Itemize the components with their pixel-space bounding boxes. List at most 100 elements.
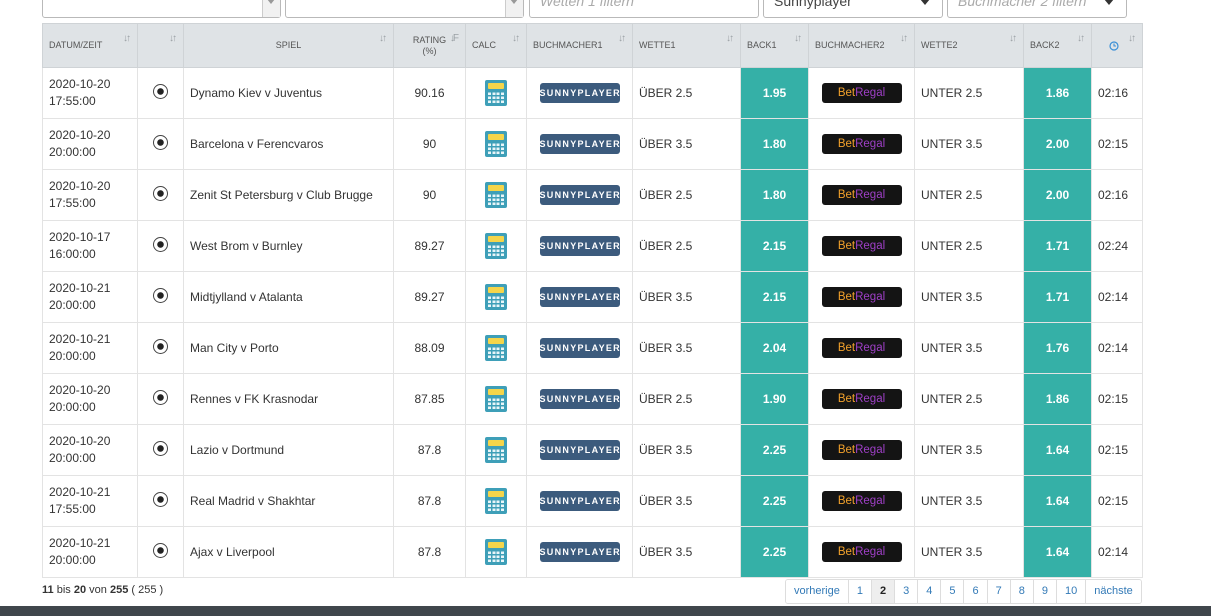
wetten-filter-input[interactable]: Wetten 1 filtern [529,0,759,18]
calculator-icon[interactable] [485,386,507,412]
betregal-logo[interactable]: BetRegal [821,542,902,562]
sunnyplayer-logo[interactable]: SUNNYPLAYER [539,440,620,460]
table-row[interactable]: 2020-10-20 20:00:00 Lazio v Dortmund 87.8 SU… [42,424,1143,476]
filter-select-1-toggle[interactable] [262,0,280,17]
filter-select-2[interactable] [285,0,524,18]
prev-page-button[interactable]: vorherige [786,580,848,603]
calculator-icon[interactable] [485,284,507,310]
table-row[interactable]: 2020-10-20 17:55:00 Dynamo Kiev v Juventus… [42,67,1143,119]
betregal-logo[interactable]: BetRegal [821,236,902,256]
bookmaker2-filter-select[interactable]: Buchmacher 2 filtern [947,0,1127,18]
sunnyplayer-logo[interactable]: SUNNYPLAYER [539,338,620,358]
table-row[interactable]: 2020-10-21 20:00:00 Man City v Porto 88.09 S… [42,322,1143,374]
sunnyplayer-logo[interactable]: SUNNYPLAYER [539,83,620,103]
page-button-10[interactable]: 10 [1055,580,1086,603]
table-row[interactable]: 2020-10-21 20:00:00 Midtjylland v Atalanta… [42,271,1143,323]
column-header-back1[interactable]: BACK1 ↓↑ [740,23,809,68]
cell-back1[interactable]: 2.25 [740,526,809,578]
table-row[interactable]: 2020-10-21 17:55:00 Real Madrid v Shakhtar… [42,475,1143,527]
cell-back1[interactable]: 1.90 [740,373,809,425]
column-header-calc[interactable]: CALC ↓↑ [465,23,527,68]
sort-icon[interactable]: ↓↑ [1128,33,1136,44]
cell-back1[interactable]: 2.15 [740,220,809,272]
calculator-icon[interactable] [485,233,507,259]
sort-icon[interactable]: ↓↑ [379,33,387,44]
sort-desc-icon[interactable]: ↓F [450,33,459,44]
cell-back1[interactable]: 1.80 [740,169,809,221]
sort-icon[interactable]: ↓↑ [618,33,626,44]
cell-back2[interactable]: 2.00 [1023,169,1092,221]
column-header-back2[interactable]: BACK2 ↓↑ [1023,23,1092,68]
cell-back2[interactable]: 1.76 [1023,322,1092,374]
cell-back1[interactable]: 2.04 [740,322,809,374]
sort-icon[interactable]: ↓↑ [1077,33,1085,44]
page-button-6[interactable]: 6 [963,580,987,603]
column-header-event[interactable]: SPIEL ↓↑ [183,23,394,68]
cell-back1[interactable]: 1.80 [740,118,809,170]
calculator-icon[interactable] [485,80,507,106]
sort-icon[interactable]: ↓↑ [726,33,734,44]
column-header-bookmaker1[interactable]: BUCHMACHER1 ↓↑ [526,23,633,68]
sunnyplayer-logo[interactable]: SUNNYPLAYER [539,389,620,409]
table-row[interactable]: 2020-10-17 16:00:00 West Brom v Burnley 89.… [42,220,1143,272]
page-button-1[interactable]: 1 [847,580,871,603]
sort-icon[interactable]: ↓↑ [900,33,908,44]
page-button-5[interactable]: 5 [940,580,964,603]
calculator-icon[interactable] [485,131,507,157]
bookmaker1-filter-select[interactable]: Sunnyplayer [763,0,943,18]
betregal-logo[interactable]: BetRegal [821,389,902,409]
column-header-time[interactable]: ↓↑ [1091,23,1143,68]
page-button-7[interactable]: 7 [986,580,1010,603]
sort-icon[interactable]: ↓↑ [512,33,520,44]
betregal-logo[interactable]: BetRegal [821,440,902,460]
sunnyplayer-logo[interactable]: SUNNYPLAYER [539,134,620,154]
column-header-sport[interactable]: ↓↑ [137,23,184,68]
table-row[interactable]: 2020-10-20 20:00:00 Barcelona v Ferencvaro… [42,118,1143,170]
sunnyplayer-logo[interactable]: SUNNYPLAYER [539,491,620,511]
cell-back1[interactable]: 2.15 [740,271,809,323]
cell-back2[interactable]: 1.86 [1023,373,1092,425]
cell-back1[interactable]: 2.25 [740,475,809,527]
betregal-logo[interactable]: BetRegal [821,491,902,511]
cell-back2[interactable]: 1.64 [1023,526,1092,578]
betregal-logo[interactable]: BetRegal [821,185,902,205]
column-header-bet2[interactable]: WETTE2 ↓↑ [914,23,1024,68]
column-header-date[interactable]: DATUM/ZEIT ↓↑ [42,23,138,68]
page-button-9[interactable]: 9 [1032,580,1056,603]
page-button-3[interactable]: 3 [894,580,918,603]
page-button-4[interactable]: 4 [917,580,941,603]
cell-back2[interactable]: 1.86 [1023,67,1092,119]
calculator-icon[interactable] [485,437,507,463]
calculator-icon[interactable] [485,182,507,208]
sort-icon[interactable]: ↓↑ [169,33,177,44]
sort-icon[interactable]: ↓↑ [794,33,802,44]
table-row[interactable]: 2020-10-20 17:55:00 Zenit St Petersburg v … [42,169,1143,221]
sunnyplayer-logo[interactable]: SUNNYPLAYER [539,185,620,205]
column-header-bet1[interactable]: WETTE1 ↓↑ [632,23,741,68]
column-header-bookmaker2[interactable]: BUCHMACHER2 ↓↑ [808,23,915,68]
cell-back2[interactable]: 1.64 [1023,475,1092,527]
sunnyplayer-logo[interactable]: SUNNYPLAYER [539,236,620,256]
cell-back2[interactable]: 1.71 [1023,220,1092,272]
cell-back2[interactable]: 1.71 [1023,271,1092,323]
next-page-button[interactable]: nächste [1085,580,1141,603]
cell-back2[interactable]: 2.00 [1023,118,1092,170]
table-row[interactable]: 2020-10-20 20:00:00 Rennes v FK Krasnodar 8… [42,373,1143,425]
sort-icon[interactable]: ↓↑ [1009,33,1017,44]
calculator-icon[interactable] [485,539,507,565]
betregal-logo[interactable]: BetRegal [821,287,902,307]
cell-back1[interactable]: 1.95 [740,67,809,119]
column-header-rating[interactable]: RATING (%) ↓F [393,23,466,68]
sunnyplayer-logo[interactable]: SUNNYPLAYER [539,287,620,307]
page-button-8[interactable]: 8 [1009,580,1033,603]
sort-icon[interactable]: ↓↑ [123,33,131,44]
cell-back1[interactable]: 2.25 [740,424,809,476]
filter-select-1[interactable] [42,0,281,18]
sunnyplayer-logo[interactable]: SUNNYPLAYER [539,542,620,562]
cell-back2[interactable]: 1.64 [1023,424,1092,476]
filter-select-2-toggle[interactable] [505,0,523,17]
page-button-2[interactable]: 2 [870,580,895,603]
calculator-icon[interactable] [485,335,507,361]
betregal-logo[interactable]: BetRegal [821,83,902,103]
betregal-logo[interactable]: BetRegal [821,338,902,358]
